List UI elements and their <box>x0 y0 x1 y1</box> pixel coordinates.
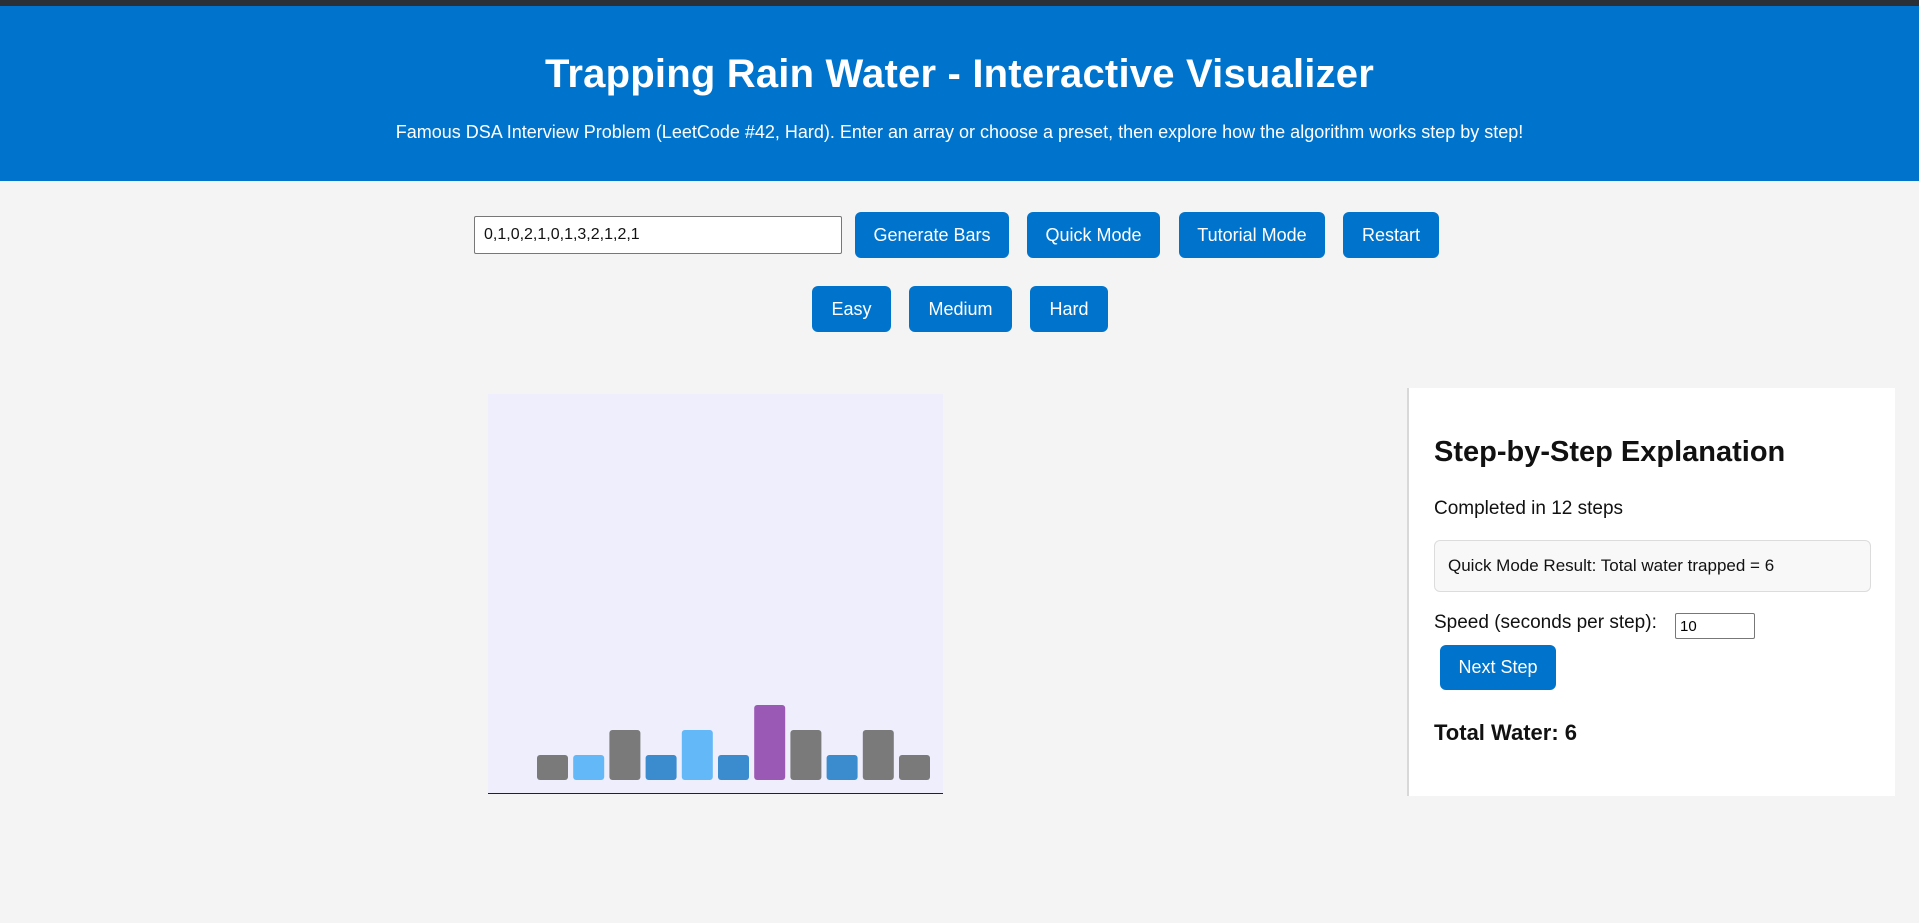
result-box: Quick Mode Result: Total water trapped =… <box>1434 540 1871 592</box>
next-step-button[interactable]: Next Step <box>1440 645 1556 690</box>
chart-bar <box>645 755 677 780</box>
chart-bar <box>790 730 822 780</box>
chart-bar <box>754 705 786 780</box>
chart-bar <box>537 755 568 780</box>
generate-bars-button[interactable]: Generate Bars <box>855 212 1009 258</box>
chart-bar <box>609 730 641 780</box>
tutorial-mode-button[interactable]: Tutorial Mode <box>1179 212 1325 258</box>
page-header: Trapping Rain Water - Interactive Visual… <box>0 6 1919 181</box>
array-input[interactable] <box>474 216 842 254</box>
steps-count-text: Completed in 12 steps <box>1434 498 1624 519</box>
explanation-heading: Step-by-Step Explanation <box>1434 436 1786 468</box>
explanation-panel: Step-by-Step Explanation Completed in 12… <box>1407 388 1895 796</box>
preset-easy-button[interactable]: Easy <box>812 286 891 332</box>
speed-label: Speed (seconds per step): <box>1434 612 1657 633</box>
chart-bar <box>573 755 605 780</box>
chart-bar <box>826 755 858 780</box>
preset-hard-button[interactable]: Hard <box>1030 286 1108 332</box>
preset-medium-button[interactable]: Medium <box>909 286 1012 332</box>
total-water-text: Total Water: 6 <box>1434 720 1578 745</box>
chart-bar <box>681 730 713 780</box>
speed-input[interactable] <box>1675 613 1755 639</box>
chart-bar <box>718 755 749 780</box>
page-title: Trapping Rain Water - Interactive Visual… <box>544 52 1375 96</box>
restart-button[interactable]: Restart <box>1343 212 1439 258</box>
bar-chart-panel <box>488 394 943 794</box>
bar-chart <box>488 705 943 794</box>
chart-bar <box>862 730 894 780</box>
quick-mode-button[interactable]: Quick Mode <box>1027 212 1160 258</box>
page-subtitle: Famous DSA Interview Problem (LeetCode #… <box>395 122 1524 142</box>
chart-bar <box>899 755 930 780</box>
